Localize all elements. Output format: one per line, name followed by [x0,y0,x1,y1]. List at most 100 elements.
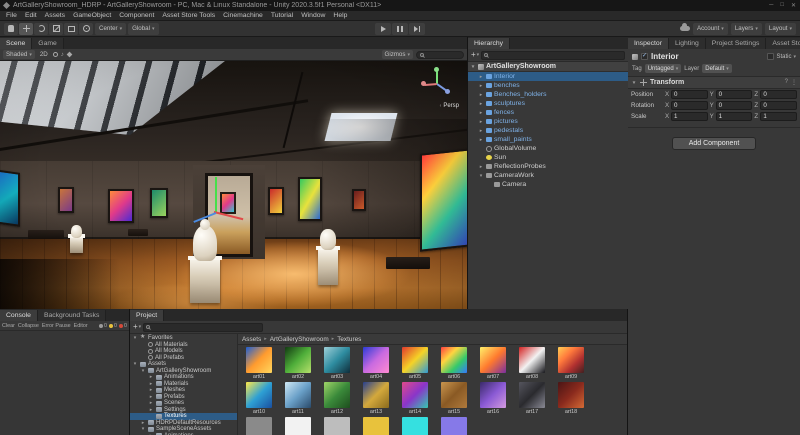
chevron-down-icon[interactable]: ▾ [793,54,796,60]
menu-item[interactable]: Window [297,12,329,19]
menu-item[interactable]: GameObject [69,12,115,19]
expand-arrow-icon[interactable]: ▸ [478,110,484,116]
expand-arrow-icon[interactable]: ▸ [478,164,484,170]
add-component-button[interactable]: Add Component [672,137,757,150]
asset-tile[interactable]: art18 [553,382,589,415]
scene-effects-icon[interactable] [66,52,72,58]
hierarchy-item[interactable]: ▸ Interior [468,72,628,81]
scene-lighting-icon[interactable] [53,52,58,57]
menu-item[interactable]: Component [115,12,158,19]
y-value-field[interactable]: 0 [716,90,753,99]
space-toggle-button[interactable]: Global▾ [128,23,158,35]
active-checkbox[interactable] [641,53,648,60]
asset-tile[interactable]: white [280,417,316,435]
gizmo-y-cap[interactable] [434,67,439,72]
help-icon[interactable]: ? [785,79,788,86]
expand-arrow-icon[interactable]: ▾ [140,368,146,374]
scene-audio-icon[interactable]: ♪ [61,52,64,58]
hand-tool-button[interactable] [4,23,18,35]
expand-arrow-icon[interactable]: ▸ [478,83,484,89]
create-asset-button[interactable]: +▾ [133,323,141,331]
pivot-toggle-button[interactable]: Center▾ [95,23,126,35]
asset-tile[interactable]: art12 [319,382,355,415]
panel-tab[interactable]: Project Settings [706,38,767,49]
create-object-button[interactable]: +▾ [471,51,479,59]
pause-button[interactable] [392,23,408,35]
asset-tile[interactable]: art06 [436,347,472,380]
menu-item[interactable]: File [2,12,21,19]
console-log-area[interactable] [0,331,129,435]
expand-arrow-icon[interactable]: ▸ [478,92,484,98]
gizmo-z-cap[interactable] [445,89,450,94]
x-value-field[interactable]: 1 [671,112,708,121]
expand-arrow-icon[interactable]: ▾ [631,80,637,86]
menu-item[interactable]: Edit [21,12,41,19]
y-value-field[interactable]: 1 [716,112,753,121]
menu-item[interactable]: Help [329,12,351,19]
asset-tile[interactable]: art02 [280,347,316,380]
asset-tile[interactable]: gray [241,417,277,435]
hierarchy-item[interactable]: ▸ pedestals [468,126,628,135]
panel-tab[interactable]: Project [130,310,164,321]
expand-arrow-icon[interactable]: ▸ [478,119,484,125]
window-control-button[interactable]: ─ [769,2,773,9]
hierarchy-item[interactable]: ▸ ReflectionProbes [468,162,628,171]
perspective-mode-label[interactable]: ‹Persp [440,103,459,109]
layout-dropdown[interactable]: Layout▾ [765,23,796,35]
menu-item[interactable]: Assets [41,12,69,19]
expand-arrow-icon[interactable]: ▸ [148,387,154,393]
console-toolbar-button[interactable]: Collapse [18,323,39,329]
expand-arrow-icon[interactable]: ▸ [148,407,154,413]
gizmo-x-cap[interactable] [421,81,426,86]
expand-arrow-icon[interactable]: ▸ [148,381,154,387]
asset-tile[interactable]: floor_normalmap [436,417,472,435]
panel-tab[interactable]: Game [32,38,64,49]
cloud-services-icon[interactable] [680,26,690,31]
breadcrumb-item[interactable]: Textures [329,336,362,343]
expand-arrow-icon[interactable]: ▸ [148,374,154,380]
error-count[interactable]: 0 [119,323,127,329]
expand-arrow-icon[interactable]: ▾ [132,335,138,341]
expand-arrow-icon[interactable]: ▸ [148,394,154,400]
menu-item[interactable]: Cinemachine [219,12,267,19]
y-value-field[interactable]: 0 [716,101,753,110]
layers-dropdown[interactable]: Layers▾ [731,23,762,35]
asset-tile[interactable]: art17 [514,382,550,415]
hierarchy-item[interactable]: ▸ sculptures [468,99,628,108]
menu-item[interactable]: Asset Store Tools [158,12,219,19]
step-button[interactable] [409,23,425,35]
asset-tile[interactable]: gray_light [319,417,355,435]
z-value-field[interactable]: 1 [760,112,797,121]
asset-tile[interactable]: art10 [241,382,277,415]
hierarchy-search-input[interactable] [481,51,625,60]
asset-tile[interactable]: art01 [241,347,277,380]
panel-tab[interactable]: Lighting [669,38,706,49]
window-control-button[interactable]: □ [780,2,784,9]
panel-tab[interactable]: Scene [0,38,32,49]
transform-component-header[interactable]: ▾ Transform ?⋮ [628,77,800,89]
shading-mode-dropdown[interactable]: Shaded▾ [3,50,35,59]
asset-tile[interactable]: art15 [436,382,472,415]
hierarchy-item[interactable]: Camera [468,180,628,189]
window-control-button[interactable]: ✕ [791,2,796,9]
expand-arrow-icon[interactable]: ▸ [148,400,154,406]
rotate-tool-button[interactable] [34,23,48,35]
expand-arrow-icon[interactable]: ▸ [140,420,146,426]
warning-count[interactable]: 0 [109,323,117,329]
layer-dropdown[interactable]: Default▾ [702,64,732,73]
scene-orientation-gizmo[interactable] [421,67,455,101]
account-dropdown[interactable]: Account▾ [693,23,728,35]
z-value-field[interactable]: 0 [760,101,797,110]
expand-arrow-icon[interactable]: ▾ [470,64,476,70]
expand-arrow-icon[interactable]: ▸ [478,137,484,143]
console-toolbar-button[interactable]: Error Pause [42,323,71,329]
console-toolbar-button[interactable]: Editor [74,323,88,329]
asset-tile[interactable]: floor_basemap [358,417,394,435]
panel-tab[interactable]: Background Tasks [38,310,106,321]
asset-tile[interactable]: floor_maskmap [397,417,433,435]
2d-toggle[interactable]: 2D [38,51,50,58]
hierarchy-item[interactable]: ▸ benches [468,81,628,90]
panel-tab[interactable]: Inspector [628,38,669,49]
panel-tab[interactable]: Console [0,310,38,321]
move-tool-button[interactable] [19,23,33,35]
